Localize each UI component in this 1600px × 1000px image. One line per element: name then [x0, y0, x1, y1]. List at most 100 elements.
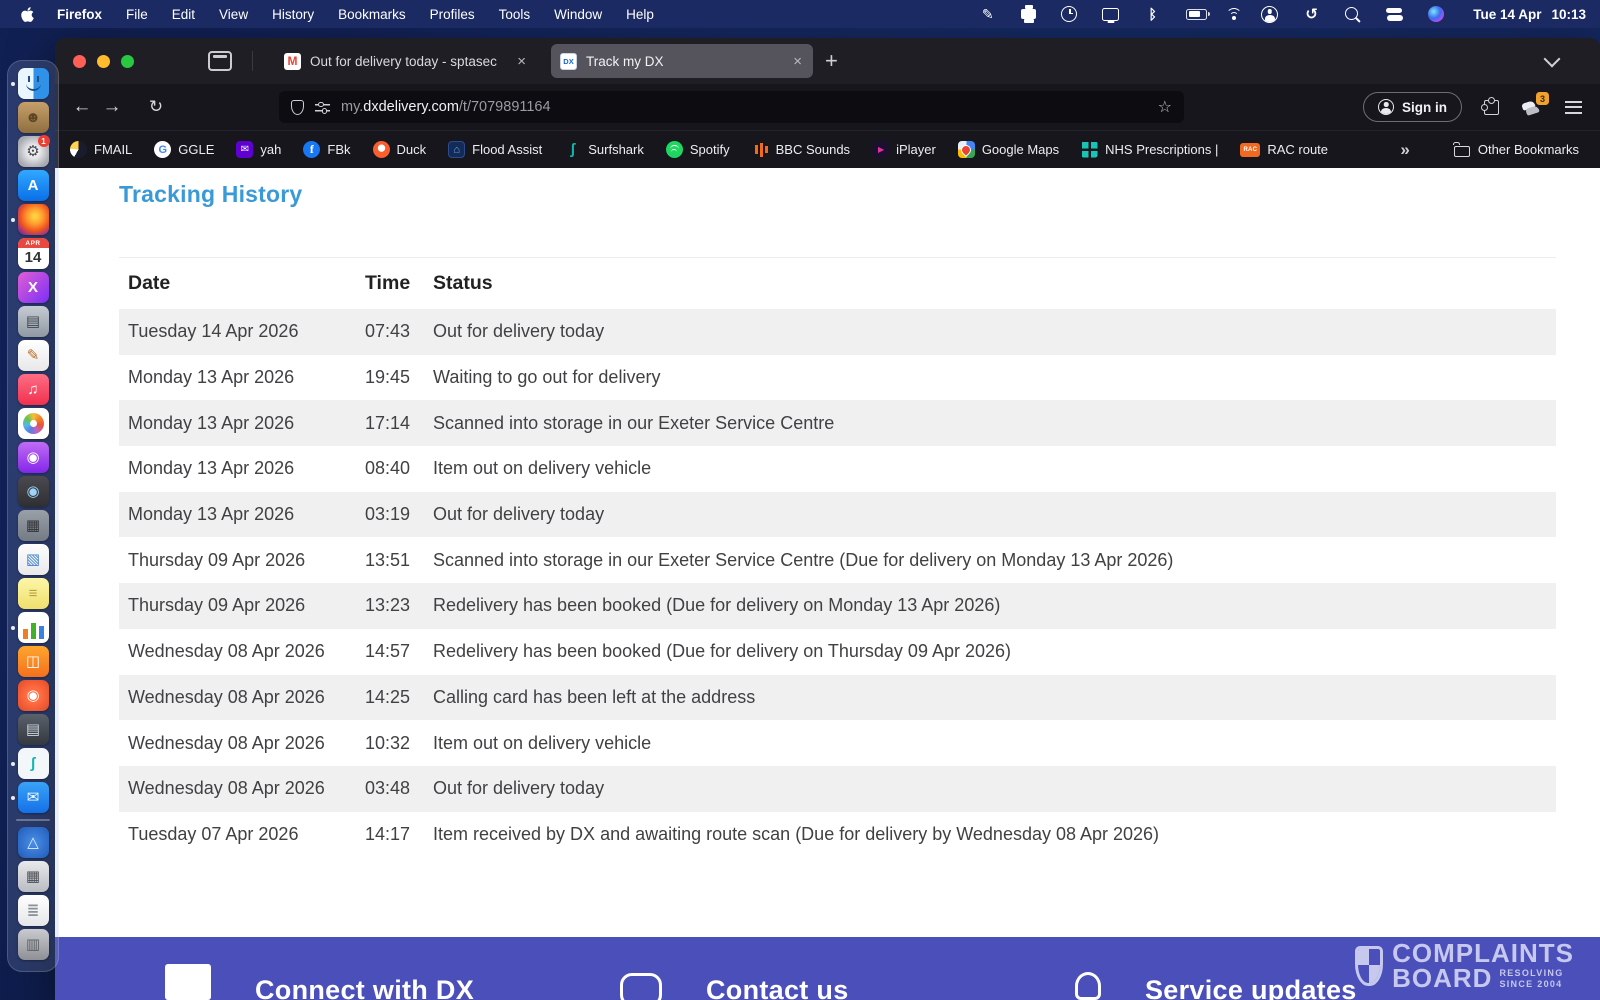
bookmarks-toolbar: FMAIL GGLE yah FBk Duck Flood Assist Sur…	[55, 130, 1600, 168]
dock-item-contacts[interactable]: ☻	[8, 102, 58, 133]
bookmark-yah[interactable]: yah	[236, 141, 281, 158]
table-row: Monday 13 Apr 2026 17:14 Scanned into st…	[119, 400, 1556, 446]
cell-date: Thursday 09 Apr 2026	[119, 595, 365, 616]
dock-item-x-app[interactable]: X	[8, 272, 58, 303]
dock-item-system-settings[interactable]: ⚙ 1	[8, 136, 58, 167]
menu-item[interactable]: Help	[614, 7, 666, 22]
dock-item-document[interactable]: ≣	[8, 895, 58, 926]
dock-divider[interactable]	[8, 816, 58, 824]
extension-badge: 3	[1536, 92, 1549, 105]
minimize-window-button[interactable]	[97, 55, 110, 68]
dock-item-music[interactable]: ♫	[8, 374, 58, 405]
close-tab-icon[interactable]	[515, 53, 528, 70]
bookmark-spotify[interactable]: Spotify	[666, 141, 730, 158]
sign-in-button[interactable]: Sign in	[1363, 92, 1462, 122]
printer-icon[interactable]	[1021, 9, 1036, 19]
app-menu-hamburger-icon[interactable]	[1565, 101, 1582, 114]
dock-item-books[interactable]: ◫	[8, 646, 58, 677]
dock-item-disk-image[interactable]: △	[8, 827, 58, 858]
bookmarks-overflow-chevron[interactable]	[1400, 140, 1409, 160]
app-icon: ▧	[18, 544, 49, 575]
bookmark-duck[interactable]: Duck	[373, 141, 427, 158]
bookmark-ggle[interactable]: GGLE	[154, 141, 214, 158]
cell-time: 14:57	[365, 641, 433, 662]
apple-menu-icon[interactable]	[20, 6, 35, 23]
display-icon[interactable]	[1102, 8, 1119, 21]
dock-item-calendar[interactable]: APR 14	[8, 238, 58, 269]
new-tab-button[interactable]	[825, 50, 838, 72]
footer-link-service-updates[interactable]: Service updates	[1075, 964, 1357, 1000]
tab-gmail[interactable]: M Out for delivery today - sptasec	[275, 44, 537, 78]
dock-item-calculator[interactable]: ▦	[8, 510, 58, 541]
dock-item-printer[interactable]: ▦	[8, 861, 58, 892]
recent-items-icon[interactable]	[1303, 6, 1320, 23]
menubar-clock[interactable]: Tue 14 Apr 10:13	[1473, 7, 1586, 22]
dock-item-firefox[interactable]	[8, 204, 58, 235]
control-center-icon[interactable]	[1386, 8, 1403, 21]
dock-item-textedit[interactable]: ✎	[8, 340, 58, 371]
menu-item[interactable]: Window	[542, 7, 614, 22]
menu-item[interactable]: View	[207, 7, 260, 22]
close-window-button[interactable]	[73, 55, 86, 68]
forward-button[interactable]	[97, 96, 127, 118]
dock-item-mail[interactable]: ✉	[8, 782, 58, 813]
battery-icon[interactable]	[1186, 9, 1207, 20]
bookmark-flood-assist[interactable]: Flood Assist	[448, 141, 542, 158]
other-bookmarks-button[interactable]: Other Bookmarks	[1454, 142, 1579, 157]
dock-item-finder[interactable]	[8, 68, 58, 99]
app-icon	[16, 819, 50, 821]
bluetooth-icon[interactable]	[1144, 6, 1161, 23]
dock-item-photo-booth[interactable]: ◉	[8, 476, 58, 507]
pen-icon[interactable]	[979, 6, 996, 23]
dock-item-photos[interactable]	[8, 408, 58, 439]
dock-item-duckduckgo[interactable]: ◉	[8, 680, 58, 711]
menu-item[interactable]: Profiles	[418, 7, 487, 22]
site-permissions-icon[interactable]	[315, 101, 330, 114]
menu-item[interactable]: Firefox	[45, 7, 114, 22]
zoom-window-button[interactable]	[121, 55, 134, 68]
url-bar[interactable]: my.dxdelivery.com/t/7079891164	[279, 91, 1184, 123]
tracking-protection-shield-icon[interactable]	[291, 100, 304, 115]
menu-item[interactable]: File	[114, 7, 160, 22]
bookmark-nhs-prescriptions[interactable]: NHS Prescriptions |	[1081, 141, 1218, 158]
bookmark-iplayer[interactable]: iPlayer	[872, 141, 936, 158]
bookmark-bbc-sounds[interactable]: BBC Sounds	[752, 141, 850, 158]
firefox-view-button[interactable]	[208, 51, 253, 71]
bookmark-rac-route[interactable]: RAC RAC route	[1240, 142, 1328, 157]
spotlight-icon[interactable]	[1345, 7, 1358, 20]
bookmark-google-maps[interactable]: Google Maps	[958, 141, 1059, 158]
footer-link-connect[interactable]: Connect with DX	[165, 964, 474, 1000]
spacer	[55, 857, 1600, 937]
clock-icon[interactable]	[1061, 6, 1077, 22]
dock-item-stickies[interactable]: ≡	[8, 578, 58, 609]
menu-item[interactable]: History	[260, 7, 326, 22]
dock-item-podcasts[interactable]: ◉	[8, 442, 58, 473]
menu-item[interactable]: Bookmarks	[326, 7, 418, 22]
back-button[interactable]	[67, 96, 97, 118]
menu-item[interactable]: Tools	[487, 7, 543, 22]
dock-item-numbers[interactable]	[8, 612, 58, 643]
dock-item-preview[interactable]: ▧	[8, 544, 58, 575]
reload-button[interactable]	[141, 96, 171, 118]
tab-dx-tracking[interactable]: DX Track my DX	[551, 44, 813, 78]
bookmark-star-icon[interactable]	[1158, 97, 1172, 117]
bookmark-surfshark[interactable]: Surfshark	[564, 141, 644, 158]
dock-item-trash[interactable]: ▥	[8, 929, 58, 960]
url-text[interactable]: my.dxdelivery.com/t/7079891164	[341, 99, 1147, 115]
account-icon[interactable]	[1261, 6, 1278, 23]
bookmark-fmail[interactable]: FMAIL	[70, 141, 132, 158]
wifi-icon[interactable]	[1232, 16, 1236, 20]
dock-item-image-capture[interactable]: ▤	[8, 306, 58, 337]
list-all-tabs-icon[interactable]	[1544, 51, 1561, 68]
shopping-extension-button[interactable]: 3	[1521, 97, 1543, 117]
dock-item-scanner[interactable]: ▤	[8, 714, 58, 745]
dock-item-surfshark[interactable]: ʃ	[8, 748, 58, 779]
menu-item[interactable]: Edit	[160, 7, 207, 22]
cell-date: Thursday 09 Apr 2026	[119, 550, 365, 571]
footer-link-contact[interactable]: Contact us	[620, 964, 849, 1000]
extensions-puzzle-icon[interactable]	[1484, 100, 1499, 115]
bookmark-fbk[interactable]: FBk	[303, 141, 350, 158]
close-tab-icon[interactable]	[791, 53, 804, 70]
siri-icon[interactable]	[1428, 6, 1444, 22]
dock-item-app-store[interactable]: A	[8, 170, 58, 201]
